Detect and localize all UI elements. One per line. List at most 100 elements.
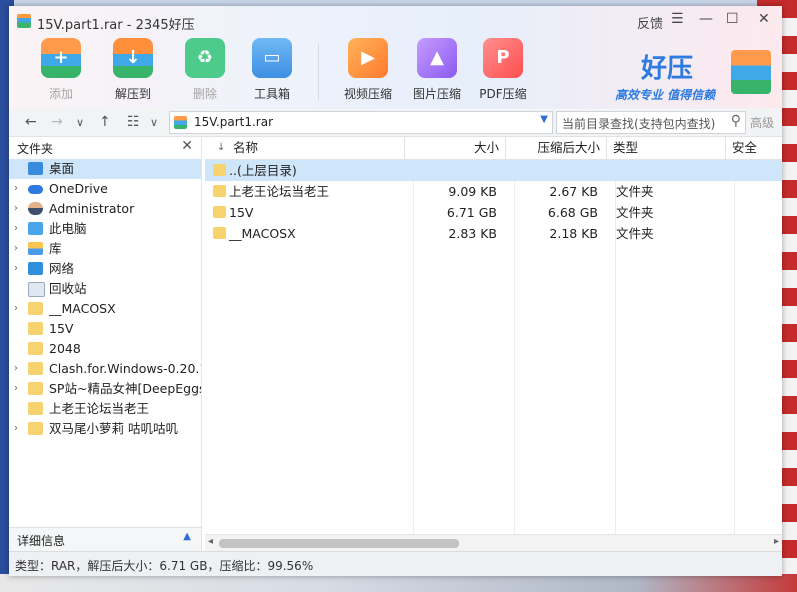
- expand-arrow-icon[interactable]: ›: [14, 179, 18, 199]
- file-type-cell: 文件夹: [616, 226, 654, 241]
- maximize-button[interactable]: ☐: [726, 11, 739, 27]
- file-name-cell: __MACOSX: [229, 226, 296, 241]
- tree-item-label: SP站~精品女神[DeepEggsh: [49, 381, 201, 396]
- close-button[interactable]: ✕: [758, 11, 770, 27]
- video-compress-button[interactable]: ▶ 视频压缩: [336, 38, 400, 102]
- tree-item[interactable]: › 双马尾小萝莉 咕叽咕叽: [9, 419, 201, 439]
- desktop-background-bottom: [0, 574, 797, 592]
- folder-icon: [28, 302, 43, 315]
- column-size[interactable]: 大小: [405, 137, 506, 159]
- window-title: 15V.part1.rar - 2345好压: [37, 18, 195, 33]
- tree-item[interactable]: 2048: [9, 339, 201, 359]
- user-icon: [28, 202, 43, 215]
- expand-arrow-icon[interactable]: ›: [14, 259, 18, 279]
- archive-add-icon: +: [41, 38, 81, 78]
- view-mode-icon[interactable]: ☷: [127, 114, 140, 130]
- tree-item[interactable]: › OneDrive: [9, 179, 201, 199]
- folder-tree-list: 桌面 › OneDrive › Administrator › 此电脑 › 库 › 网络 回收站 › __…: [9, 159, 201, 439]
- advanced-search-button[interactable]: 高级: [750, 114, 774, 131]
- column-type[interactable]: 类型: [607, 137, 726, 159]
- column-name[interactable]: ↓ 名称: [205, 137, 405, 159]
- history-dropdown-icon[interactable]: ∨: [76, 116, 84, 129]
- file-name-cell: 上老王论坛当老王: [229, 184, 330, 199]
- expand-arrow-icon[interactable]: ›: [14, 419, 18, 439]
- recycle-bin-icon: [28, 282, 45, 297]
- pdf-compress-label: PDF压缩: [479, 87, 527, 101]
- table-row[interactable]: 上老王论坛当老王 9.09 KB 2.67 KB 文件夹: [205, 181, 782, 202]
- video-icon: ▶: [348, 38, 388, 78]
- desktop-icon: [28, 162, 43, 175]
- tree-item-label: __MACOSX: [49, 301, 116, 316]
- file-packed-size-cell: 6.68 GB: [547, 205, 598, 220]
- expand-arrow-icon[interactable]: ›: [14, 299, 18, 319]
- tree-item-label: 网络: [49, 261, 75, 276]
- network-icon: [28, 262, 43, 275]
- close-icon[interactable]: ✕: [181, 138, 193, 154]
- expand-up-icon[interactable]: ▲: [183, 531, 191, 542]
- folder-icon: [213, 227, 226, 239]
- path-dropdown-icon[interactable]: ▼: [540, 114, 548, 125]
- add-button[interactable]: + 添加: [29, 38, 93, 102]
- expand-arrow-icon[interactable]: ›: [14, 359, 18, 379]
- status-text: 类型：RAR，解压后大小：6.71 GB，压缩比：99.56%: [15, 559, 314, 573]
- tree-item[interactable]: 上老王论坛当老王: [9, 399, 201, 419]
- column-security[interactable]: 安全: [726, 137, 782, 159]
- tree-item[interactable]: › __MACOSX: [9, 299, 201, 319]
- column-packed-size[interactable]: 压缩后大小: [506, 137, 607, 159]
- expand-arrow-icon[interactable]: ›: [14, 239, 18, 259]
- expand-arrow-icon[interactable]: ›: [14, 199, 18, 219]
- tree-item-label: 双马尾小萝莉 咕叽咕叽: [49, 421, 178, 436]
- folder-icon: [28, 362, 43, 375]
- tree-item-label: 回收站: [49, 281, 87, 296]
- tree-item[interactable]: › 此电脑: [9, 219, 201, 239]
- folder-icon: [213, 185, 226, 197]
- library-icon: [28, 242, 43, 255]
- table-row[interactable]: ..(上层目录): [205, 160, 782, 181]
- menu-button[interactable]: ☰: [671, 11, 684, 27]
- forward-icon[interactable]: →: [51, 114, 63, 130]
- folder-tree-title: 文件夹: [17, 142, 54, 156]
- tree-item[interactable]: 桌面: [9, 159, 201, 179]
- tree-item[interactable]: › SP站~精品女神[DeepEggsh: [9, 379, 201, 399]
- search-placeholder: 当前目录查找(支持包内查找): [562, 117, 716, 131]
- scrollbar-thumb[interactable]: [219, 539, 459, 548]
- tree-item[interactable]: › Clash.for.Windows-0.20.16: [9, 359, 201, 379]
- search-icon[interactable]: ⚲: [731, 113, 741, 129]
- details-panel-header[interactable]: 详细信息 ▲: [9, 527, 202, 552]
- column-header: ↓ 名称 大小 压缩后大小 类型 安全: [205, 137, 782, 160]
- tree-item[interactable]: 15V: [9, 319, 201, 339]
- image-compress-button[interactable]: ▲ 图片压缩: [405, 38, 469, 102]
- pdf-icon: P: [483, 38, 523, 78]
- delete-button[interactable]: ♻ 删除: [173, 38, 237, 102]
- brand-logo-icon: [731, 50, 771, 94]
- back-icon[interactable]: ←: [25, 114, 37, 130]
- feedback-button[interactable]: 反馈: [637, 13, 663, 32]
- pdf-compress-button[interactable]: P PDF压缩: [471, 38, 535, 102]
- tree-item[interactable]: › Administrator: [9, 199, 201, 219]
- tree-item[interactable]: › 网络: [9, 259, 201, 279]
- path-combobox[interactable]: 15V.part1.rar ▼: [169, 111, 553, 134]
- scroll-left-icon[interactable]: ◂: [208, 536, 213, 547]
- tree-item[interactable]: › 库: [9, 239, 201, 259]
- title-bar[interactable]: 15V.part1.rar - 2345好压 反馈 ☰ — ☐ ✕: [9, 6, 782, 36]
- view-mode-dropdown-icon[interactable]: ∨: [150, 116, 158, 129]
- computer-icon: [28, 222, 43, 235]
- status-bar: 类型：RAR，解压后大小：6.71 GB，压缩比：99.56%: [9, 551, 782, 576]
- image-compress-label: 图片压缩: [412, 87, 461, 101]
- search-input[interactable]: 当前目录查找(支持包内查找) ⚲: [556, 111, 746, 134]
- horizontal-scrollbar[interactable]: ◂ ▸: [205, 534, 782, 552]
- folder-icon: [28, 322, 43, 335]
- expand-arrow-icon[interactable]: ›: [14, 219, 18, 239]
- recycle-icon: ♻: [185, 38, 225, 78]
- extract-to-button[interactable]: ↓ 解压到: [101, 38, 165, 102]
- expand-arrow-icon[interactable]: ›: [14, 379, 18, 399]
- table-row[interactable]: __MACOSX 2.83 KB 2.18 KB 文件夹: [205, 223, 782, 244]
- toolbox-button[interactable]: ▭ 工具箱: [240, 38, 304, 102]
- up-level-icon[interactable]: ↑: [99, 114, 111, 130]
- table-row[interactable]: 15V 6.71 GB 6.68 GB 文件夹: [205, 202, 782, 223]
- scroll-right-icon[interactable]: ▸: [774, 536, 779, 547]
- minimize-button[interactable]: —: [699, 11, 713, 27]
- brand-block: 好压 高效专业 值得信赖: [613, 44, 773, 104]
- add-label: 添加: [48, 87, 73, 101]
- tree-item[interactable]: 回收站: [9, 279, 201, 299]
